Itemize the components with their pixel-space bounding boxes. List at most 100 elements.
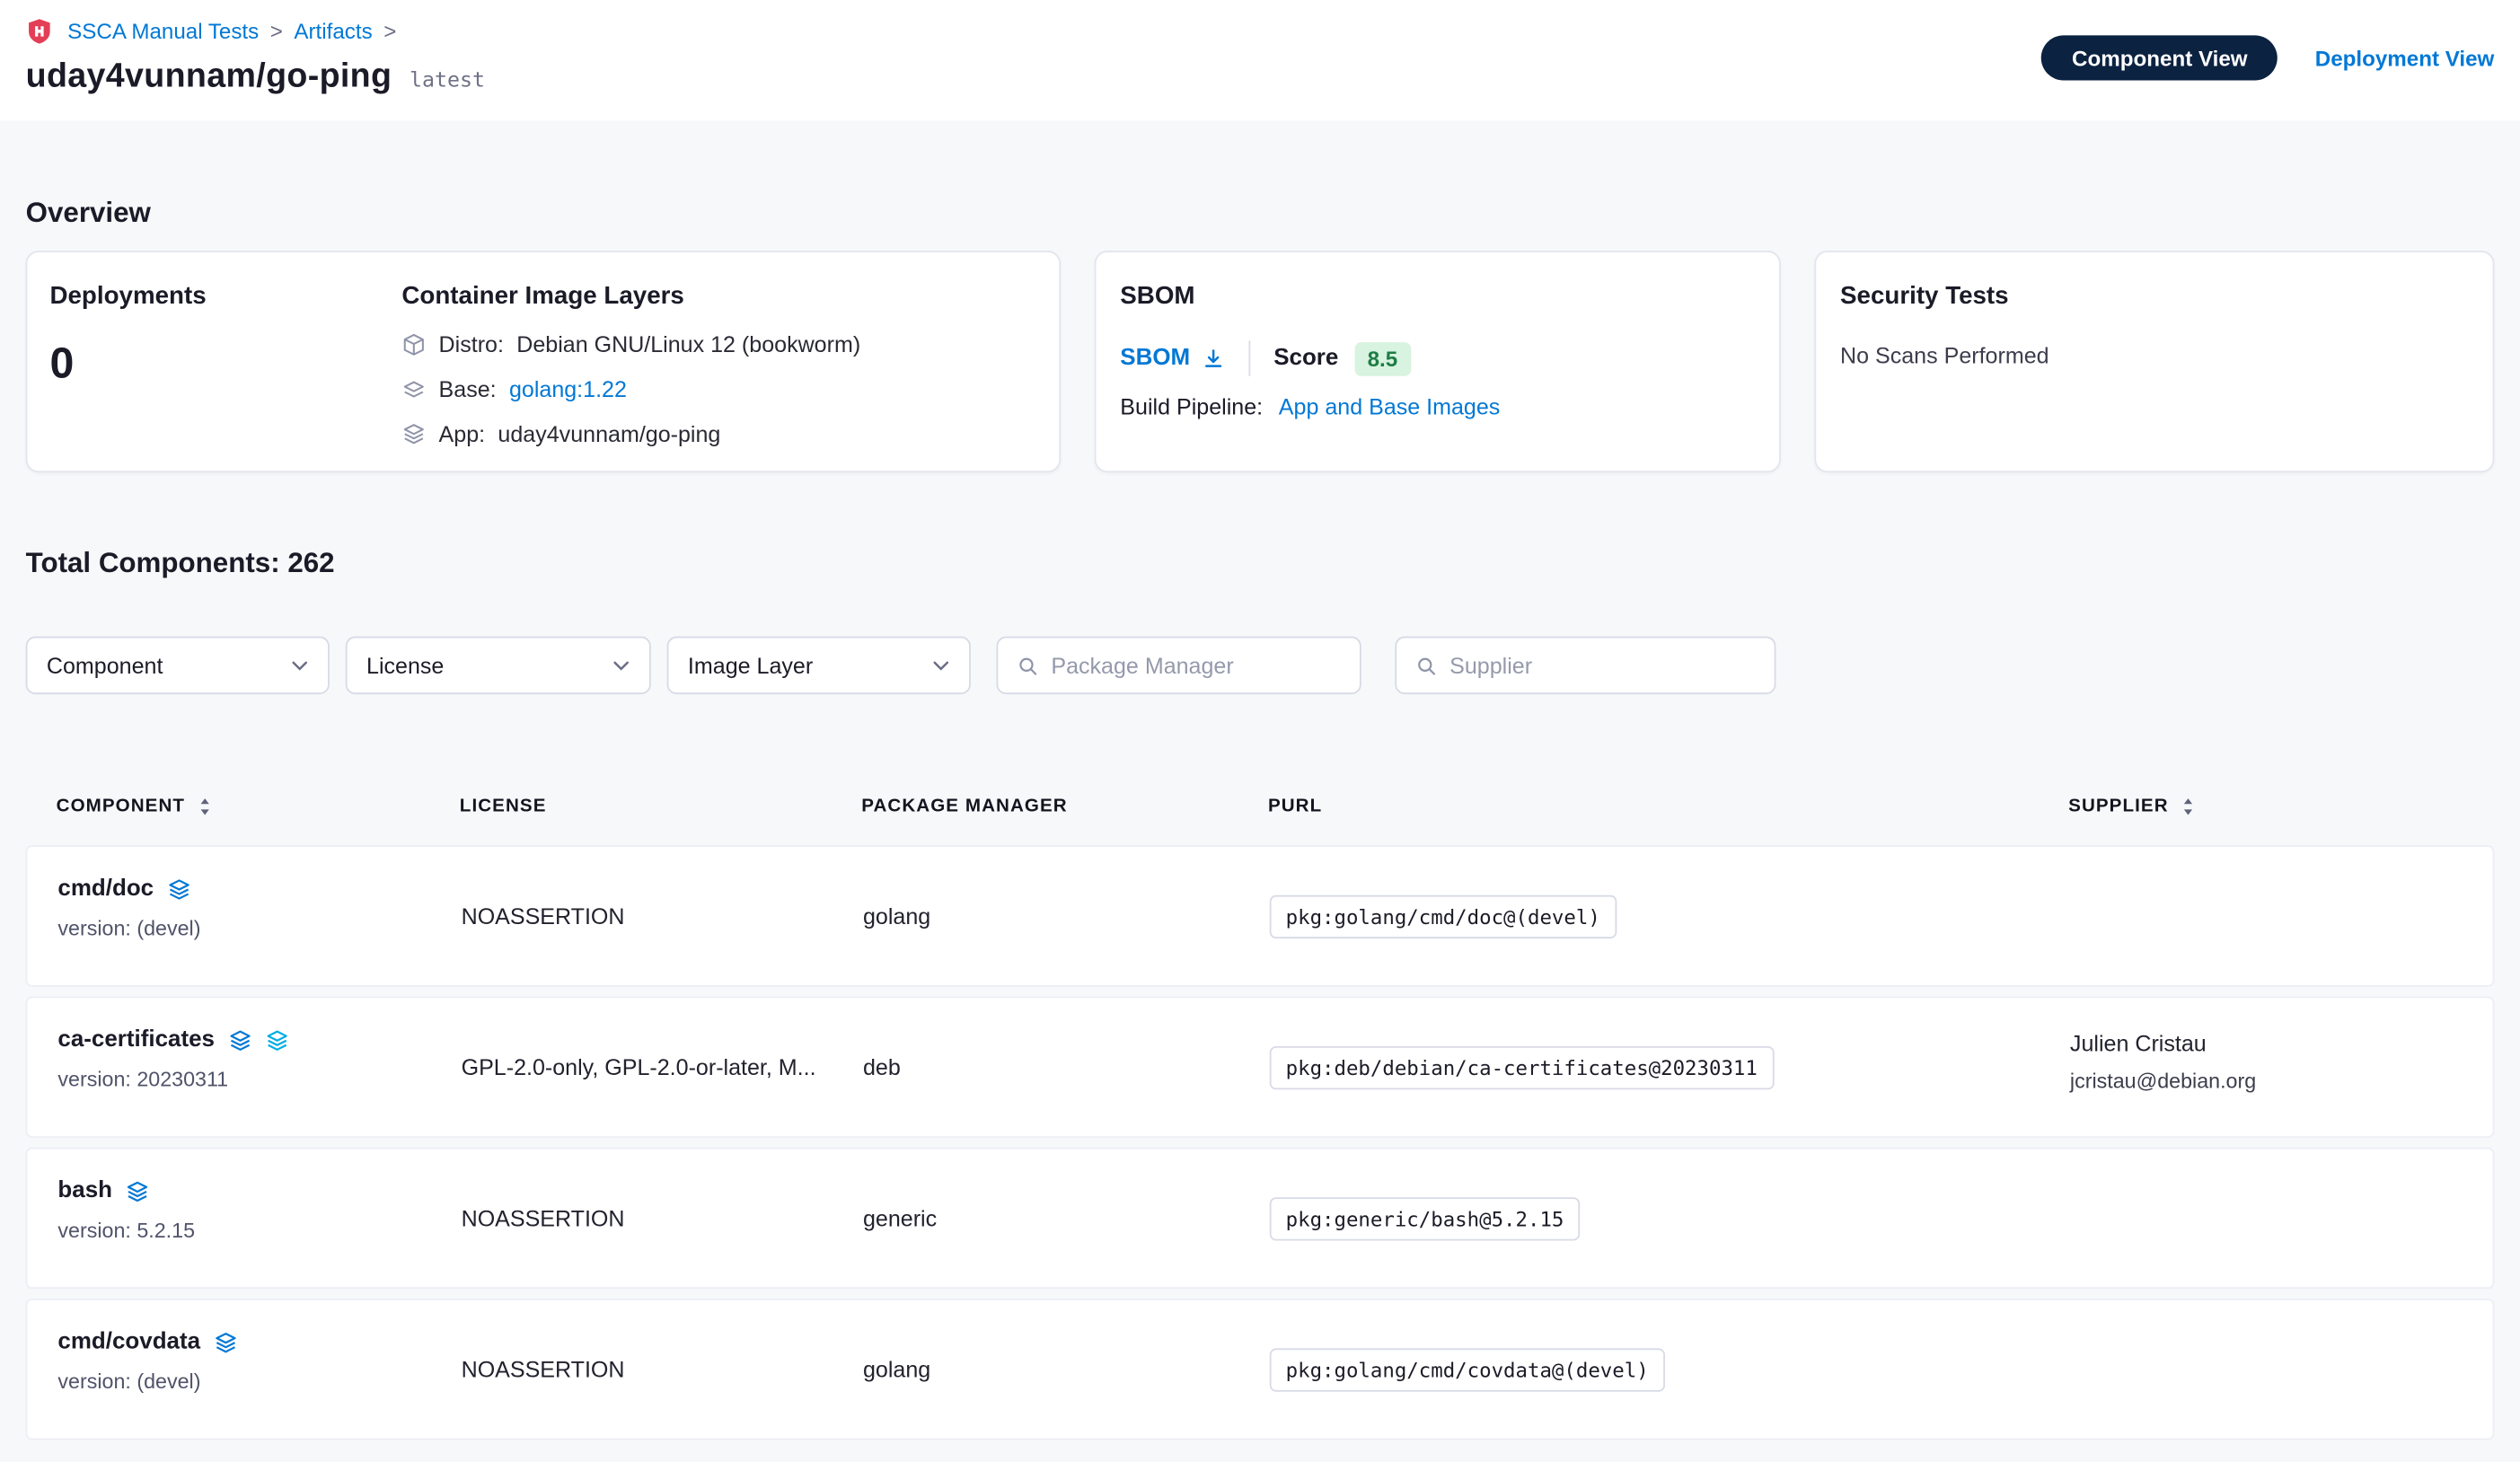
sbom-download-link[interactable]: SBOM bbox=[1120, 346, 1223, 372]
component-cell: ca-certificates version: 20230311 bbox=[27, 998, 461, 1136]
table-row: cmd/covdata version: (devel) NOASSERTION… bbox=[26, 1299, 2495, 1440]
layers-icon bbox=[227, 1027, 251, 1052]
column-header-supplier[interactable]: SUPPLIER bbox=[2068, 797, 2494, 816]
purl-value: pkg:golang/cmd/covdata@(devel) bbox=[1270, 1348, 1665, 1391]
license-cell: NOASSERTION bbox=[462, 1205, 863, 1231]
chevron-down-icon bbox=[612, 660, 630, 672]
sort-icon[interactable] bbox=[197, 797, 215, 816]
column-header-label: COMPONENT bbox=[57, 797, 185, 816]
purl-value: pkg:deb/debian/ca-certificates@20230311 bbox=[1270, 1045, 1774, 1088]
base-image-icon bbox=[401, 377, 426, 401]
overview-cards: Deployments 0 Container Image Layers Dis… bbox=[26, 251, 2495, 472]
page-header: SSCA Manual Tests > Artifacts > uday4vun… bbox=[0, 0, 2520, 120]
supplier-cell bbox=[2070, 1149, 2496, 1288]
distro-value: Debian GNU/Linux 12 (bookworm) bbox=[516, 331, 860, 357]
table-header: COMPONENT LICENSE PACKAGE MANAGER PURL S… bbox=[26, 784, 2495, 829]
component-name: bash bbox=[57, 1178, 112, 1204]
sbom-row: SBOM Score 8.5 bbox=[1120, 340, 1755, 375]
chevron-down-icon bbox=[291, 660, 309, 672]
breadcrumb-link-artifacts[interactable]: Artifacts bbox=[294, 19, 372, 43]
purl-cell: pkg:golang/cmd/doc@(devel) bbox=[1270, 894, 2070, 938]
base-label: Base: bbox=[439, 376, 497, 402]
base-image-link[interactable]: golang:1.22 bbox=[509, 376, 627, 402]
package-manager-search bbox=[997, 637, 1361, 694]
build-pipeline-row: Build Pipeline: App and Base Images bbox=[1120, 393, 1755, 419]
app-line: App: uday4vunnam/go-ping bbox=[401, 421, 1036, 447]
deployment-view-link[interactable]: Deployment View bbox=[2315, 46, 2495, 70]
score-badge: 8.5 bbox=[1354, 341, 1410, 375]
package-manager-cell: golang bbox=[863, 903, 1270, 929]
app-value: uday4vunnam/go-ping bbox=[498, 421, 720, 447]
image-layers-section: Container Image Layers Distro: Debian GN… bbox=[401, 283, 1036, 440]
license-cell: NOASSERTION bbox=[462, 1356, 863, 1382]
supplier-cell bbox=[2070, 847, 2496, 985]
table-row: ca-certificates version: 20230311 GPL-2.… bbox=[26, 997, 2495, 1138]
breadcrumb-link-ssca[interactable]: SSCA Manual Tests bbox=[67, 19, 259, 43]
license-cell: NOASSERTION bbox=[462, 903, 863, 929]
search-icon bbox=[1416, 655, 1437, 675]
component-filter-label: Component bbox=[47, 653, 163, 679]
security-tests-title: Security Tests bbox=[1840, 283, 2469, 312]
divider bbox=[1248, 340, 1250, 375]
artifact-tag: latest bbox=[410, 69, 485, 93]
column-header-label: PURL bbox=[1268, 797, 1322, 816]
filters-bar: Component License Image Layer bbox=[26, 637, 2495, 694]
column-header-label: PACKAGE MANAGER bbox=[861, 797, 1068, 816]
layers-icon bbox=[213, 1330, 237, 1354]
table-row: cmd/doc version: (devel) NOASSERTION gol… bbox=[26, 845, 2495, 986]
deployments-section: Deployments 0 bbox=[49, 283, 401, 440]
supplier-cell: Julien Cristau jcristau@debian.org bbox=[2070, 998, 2496, 1136]
package-manager-cell: deb bbox=[863, 1054, 1270, 1080]
build-pipeline-link[interactable]: App and Base Images bbox=[1279, 393, 1501, 419]
layers-icon bbox=[264, 1027, 288, 1052]
sbom-card-title: SBOM bbox=[1120, 283, 1755, 312]
search-icon bbox=[1018, 655, 1038, 675]
overview-heading: Overview bbox=[26, 196, 2495, 230]
main-content: Overview Deployments 0 Container Image L… bbox=[0, 196, 2520, 1440]
component-cell: bash version: 5.2.15 bbox=[27, 1149, 461, 1288]
table-row: bash version: 5.2.15 NOASSERTION generic… bbox=[26, 1148, 2495, 1289]
column-header-label: SUPPLIER bbox=[2068, 797, 2169, 816]
view-toggle: Component View Deployment View bbox=[2041, 35, 2494, 80]
component-view-button[interactable]: Component View bbox=[2041, 35, 2278, 80]
purl-cell: pkg:golang/cmd/covdata@(devel) bbox=[1270, 1348, 2070, 1391]
deployments-label: Deployments bbox=[49, 283, 401, 312]
component-cell: cmd/covdata version: (devel) bbox=[27, 1300, 461, 1439]
sbom-card: SBOM SBOM Score 8.5 Build bbox=[1095, 251, 1781, 472]
deployments-layers-card: Deployments 0 Container Image Layers Dis… bbox=[26, 251, 1061, 472]
app-label: App: bbox=[439, 421, 486, 447]
sort-icon[interactable] bbox=[2180, 797, 2198, 816]
breadcrumb-separator: > bbox=[383, 19, 396, 43]
component-name: cmd/covdata bbox=[57, 1329, 200, 1355]
base-line: Base: golang:1.22 bbox=[401, 376, 1036, 402]
component-version: version: 5.2.15 bbox=[57, 1218, 461, 1242]
component-name: ca-certificates bbox=[57, 1027, 215, 1053]
component-version: version: (devel) bbox=[57, 916, 461, 940]
security-tests-status: No Scans Performed bbox=[1840, 342, 2469, 368]
layers-icon bbox=[166, 876, 190, 901]
purl-value: pkg:generic/bash@5.2.15 bbox=[1270, 1196, 1581, 1239]
chevron-down-icon bbox=[932, 660, 950, 672]
distro-line: Distro: Debian GNU/Linux 12 (bookworm) bbox=[401, 331, 1036, 357]
column-header-purl: PURL bbox=[1268, 797, 2068, 816]
security-tests-card: Security Tests No Scans Performed bbox=[1814, 251, 2494, 472]
supplier-email: jcristau@debian.org bbox=[2070, 1069, 2496, 1093]
component-name: cmd/doc bbox=[57, 876, 154, 902]
package-manager-input[interactable] bbox=[1051, 653, 1340, 679]
sbom-link-label: SBOM bbox=[1120, 346, 1190, 372]
distro-icon bbox=[401, 332, 426, 357]
download-icon[interactable] bbox=[1202, 348, 1224, 370]
supplier-name: Julien Cristau bbox=[2070, 1030, 2496, 1056]
image-layers-label: Container Image Layers bbox=[401, 283, 1036, 312]
page-title: uday4vunnam/go-ping bbox=[26, 57, 392, 96]
component-version: version: (devel) bbox=[57, 1370, 461, 1394]
column-header-label: LICENSE bbox=[460, 797, 547, 816]
component-filter-dropdown[interactable]: Component bbox=[26, 637, 330, 694]
purl-value: pkg:golang/cmd/doc@(devel) bbox=[1270, 894, 1617, 938]
app-image-icon bbox=[401, 422, 426, 446]
supplier-input[interactable] bbox=[1449, 653, 1755, 679]
layers-icon bbox=[125, 1179, 149, 1203]
license-filter-dropdown[interactable]: License bbox=[346, 637, 651, 694]
column-header-component[interactable]: COMPONENT bbox=[26, 797, 460, 816]
image-layer-filter-dropdown[interactable]: Image Layer bbox=[667, 637, 971, 694]
